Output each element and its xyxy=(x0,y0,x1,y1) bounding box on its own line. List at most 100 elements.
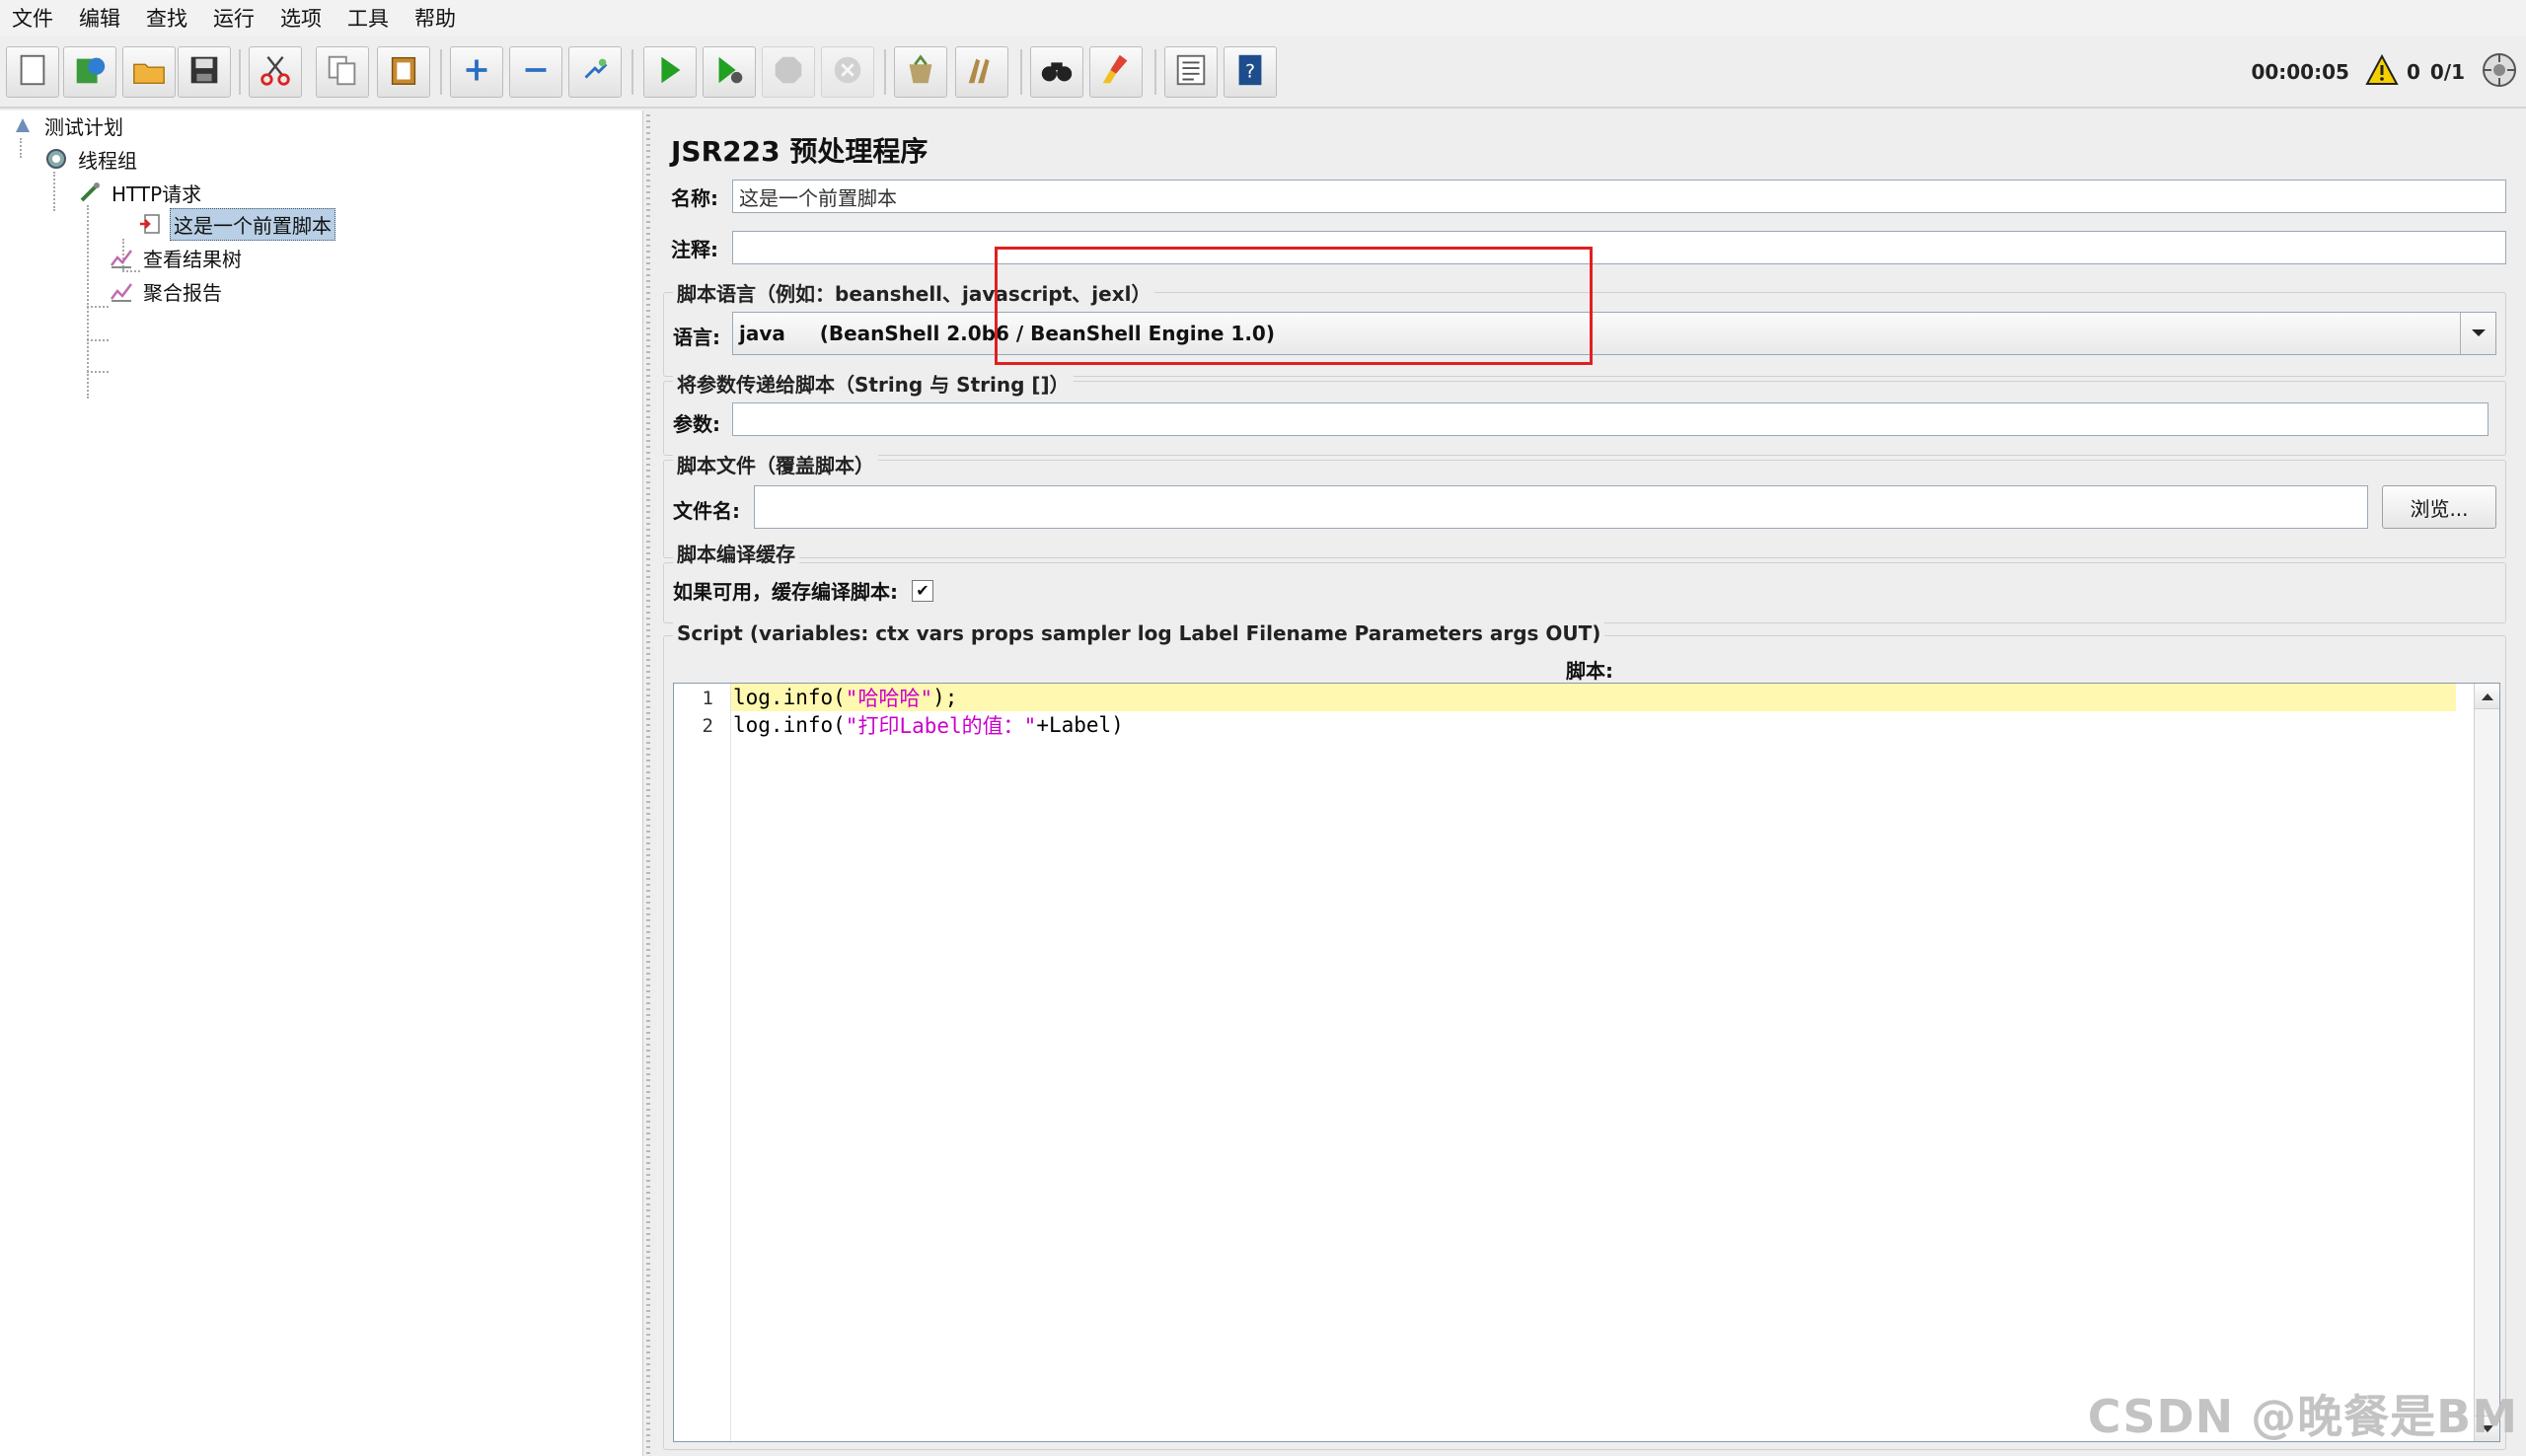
paste-button[interactable] xyxy=(377,46,430,98)
http-sampler-icon xyxy=(77,180,103,205)
code-string: "哈哈哈" xyxy=(845,687,933,710)
toolbar: ? 00:00:05 0 0/1 xyxy=(0,36,2526,109)
cache-label: 如果可用，缓存编译脚本: xyxy=(673,580,898,604)
comment-input[interactable] xyxy=(732,231,2506,264)
comment-label: 注释: xyxy=(671,237,718,261)
comment-row: 注释: xyxy=(671,231,2506,264)
menu-help[interactable]: 帮助 xyxy=(412,0,458,36)
start-button[interactable] xyxy=(643,46,697,98)
parameters-label: 参数: xyxy=(673,412,720,436)
parameters-input[interactable] xyxy=(732,402,2489,436)
code-text: log.info( xyxy=(733,686,846,709)
compile-cache-section-title: 脚本编译缓存 xyxy=(673,539,799,567)
menu-tools[interactable]: 工具 xyxy=(345,0,391,36)
run-status: 00:00:05 0 0/1 xyxy=(2251,36,2526,109)
function-helper-button[interactable] xyxy=(1164,46,1218,98)
new-icon xyxy=(14,51,51,93)
line-number: 1 xyxy=(702,688,713,709)
checkmark-icon: ✔ xyxy=(916,581,929,600)
open-button[interactable] xyxy=(122,46,176,98)
warning-icon[interactable] xyxy=(2365,53,2399,91)
expand-button[interactable] xyxy=(450,46,503,98)
start-no-pause-icon xyxy=(710,51,748,93)
language-label: 语言: xyxy=(673,326,720,349)
line-number-gutter: 1 2 xyxy=(674,684,731,1441)
chevron-down-icon[interactable] xyxy=(2460,313,2495,354)
thread-count: 0/1 xyxy=(2429,60,2465,84)
help-button[interactable]: ? xyxy=(1224,46,1277,98)
parameters-section-title: 将参数传递给脚本（String 与 String []） xyxy=(673,369,1074,398)
cache-checkbox[interactable]: ✔ xyxy=(912,579,933,602)
name-input[interactable]: 这是一个前置脚本 xyxy=(732,180,2506,213)
listener-icon xyxy=(109,245,134,270)
menu-file[interactable]: 文件 xyxy=(10,0,55,36)
shutdown-icon xyxy=(829,51,866,93)
tree-item-label: 查看结果树 xyxy=(143,247,242,271)
language-select-value: java (BeanShell 2.0b6 / BeanShell Engine… xyxy=(739,322,1275,345)
shutdown-button[interactable] xyxy=(821,46,874,98)
script-section-title: Script (variables: ctx vars props sample… xyxy=(673,621,1605,645)
open-icon xyxy=(130,51,168,93)
thread-group-icon xyxy=(43,146,69,172)
tree-item-aggregate-report[interactable]: 聚合报告 xyxy=(109,276,225,306)
menu-edit[interactable]: 编辑 xyxy=(77,0,122,36)
script-editor[interactable]: 1 2 log.info("哈哈哈"); log.info("打印Label的值… xyxy=(673,683,2500,1442)
code-text: +Label) xyxy=(1036,713,1124,737)
menu-run[interactable]: 运行 xyxy=(211,0,257,36)
elapsed-time: 00:00:05 xyxy=(2251,60,2349,84)
running-indicator-icon xyxy=(2481,51,2518,94)
test-plan-icon xyxy=(10,112,36,138)
menu-search[interactable]: 查找 xyxy=(144,0,189,36)
function-helper-icon xyxy=(1172,51,1210,93)
editor-scrollbar[interactable] xyxy=(2474,684,2499,1441)
toggle-icon xyxy=(576,51,614,93)
save-button[interactable] xyxy=(178,46,231,98)
toggle-button[interactable] xyxy=(568,46,622,98)
tree-item-label: 测试计划 xyxy=(44,114,123,139)
browse-button[interactable]: 浏览... xyxy=(2382,485,2496,529)
cut-icon xyxy=(257,51,294,93)
scroll-up-icon[interactable] xyxy=(2475,684,2499,709)
tree-item-test-plan[interactable]: 测试计划 xyxy=(10,110,126,140)
clear-icon xyxy=(902,51,939,93)
code-text: ); xyxy=(932,686,958,709)
copy-button[interactable] xyxy=(316,46,369,98)
name-row: 名称: 这是一个前置脚本 xyxy=(671,180,2506,213)
tree-item-label: 聚合报告 xyxy=(143,280,222,305)
tree-item-http-request[interactable]: HTTP请求 xyxy=(77,178,204,207)
clear-button[interactable] xyxy=(894,46,947,98)
help-icon: ? xyxy=(1231,51,1269,93)
script-file-section-title: 脚本文件（覆盖脚本） xyxy=(673,450,878,478)
tree-item-view-results-tree[interactable]: 查看结果树 xyxy=(109,243,245,272)
cut-button[interactable] xyxy=(249,46,302,98)
start-no-pause-button[interactable] xyxy=(703,46,756,98)
watermark: CSDN @晚餐是BM xyxy=(2087,1390,2518,1443)
script-label: 脚本: xyxy=(1566,659,1613,683)
preprocessor-icon xyxy=(138,211,164,237)
copy-icon xyxy=(324,51,361,93)
stop-button[interactable] xyxy=(762,46,815,98)
search-button[interactable] xyxy=(1030,46,1083,98)
tree-item-thread-group[interactable]: 线程组 xyxy=(43,144,140,174)
tree-item-preprocessor[interactable]: 这是一个前置脚本 xyxy=(138,207,335,241)
jmeter-window: 文件 编辑 查找 运行 选项 工具 帮助 ? 00:00:05 0 0/1 测试… xyxy=(0,0,2526,1456)
code-text: log.info( xyxy=(733,713,846,737)
code-line[interactable]: log.info("打印Label的值：" +Label) xyxy=(731,711,1124,739)
split-pane-divider[interactable] xyxy=(643,110,653,1456)
clear-all-button[interactable] xyxy=(955,46,1008,98)
paste-icon xyxy=(385,51,422,93)
reset-search-button[interactable] xyxy=(1089,46,1143,98)
test-plan-tree: 测试计划 线程组 HTTP请求 这是一个前置脚本 查看结果树 聚合报告 xyxy=(0,110,643,1456)
language-select[interactable]: java (BeanShell 2.0b6 / BeanShell Engine… xyxy=(732,312,2496,355)
svg-text:?: ? xyxy=(1245,61,1255,83)
templates-button[interactable] xyxy=(63,46,116,98)
reset-search-icon xyxy=(1097,51,1135,93)
line-number: 2 xyxy=(702,715,713,737)
filename-input[interactable] xyxy=(754,485,2368,529)
tree-item-label: 线程组 xyxy=(78,148,137,173)
code-line[interactable]: log.info("哈哈哈"); xyxy=(731,684,2456,711)
collapse-button[interactable] xyxy=(509,46,562,98)
new-button[interactable] xyxy=(6,46,59,98)
tree-item-label: HTTP请求 xyxy=(111,182,202,206)
menu-options[interactable]: 选项 xyxy=(278,0,324,36)
